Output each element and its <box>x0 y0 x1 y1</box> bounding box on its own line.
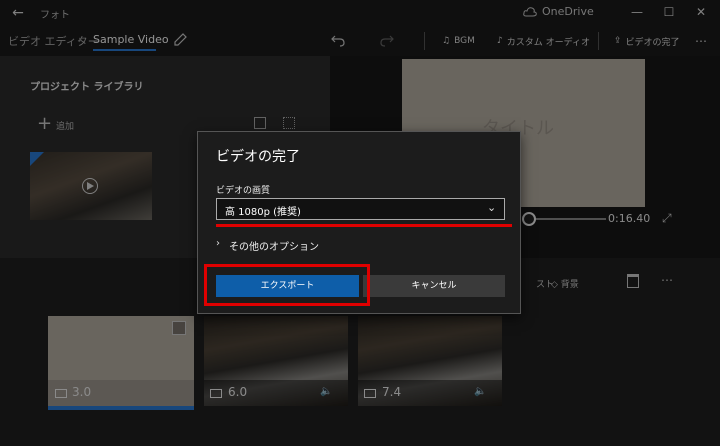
quality-dropdown[interactable]: 高 1080p (推奨) ⌄ <box>216 198 505 220</box>
annotation-underline <box>216 224 512 227</box>
chevron-down-icon: ⌄ <box>487 201 497 214</box>
cancel-button[interactable]: キャンセル <box>363 275 505 297</box>
dialog-title: ビデオの完了 <box>216 149 300 165</box>
annotation-highlight-box <box>204 264 370 306</box>
chevron-right-icon[interactable]: › <box>216 238 220 249</box>
quality-label: ビデオの画質 <box>216 186 271 196</box>
quality-selected-value: 高 1080p (推奨) <box>225 207 301 218</box>
more-options-toggle[interactable]: その他のオプション <box>229 238 319 253</box>
